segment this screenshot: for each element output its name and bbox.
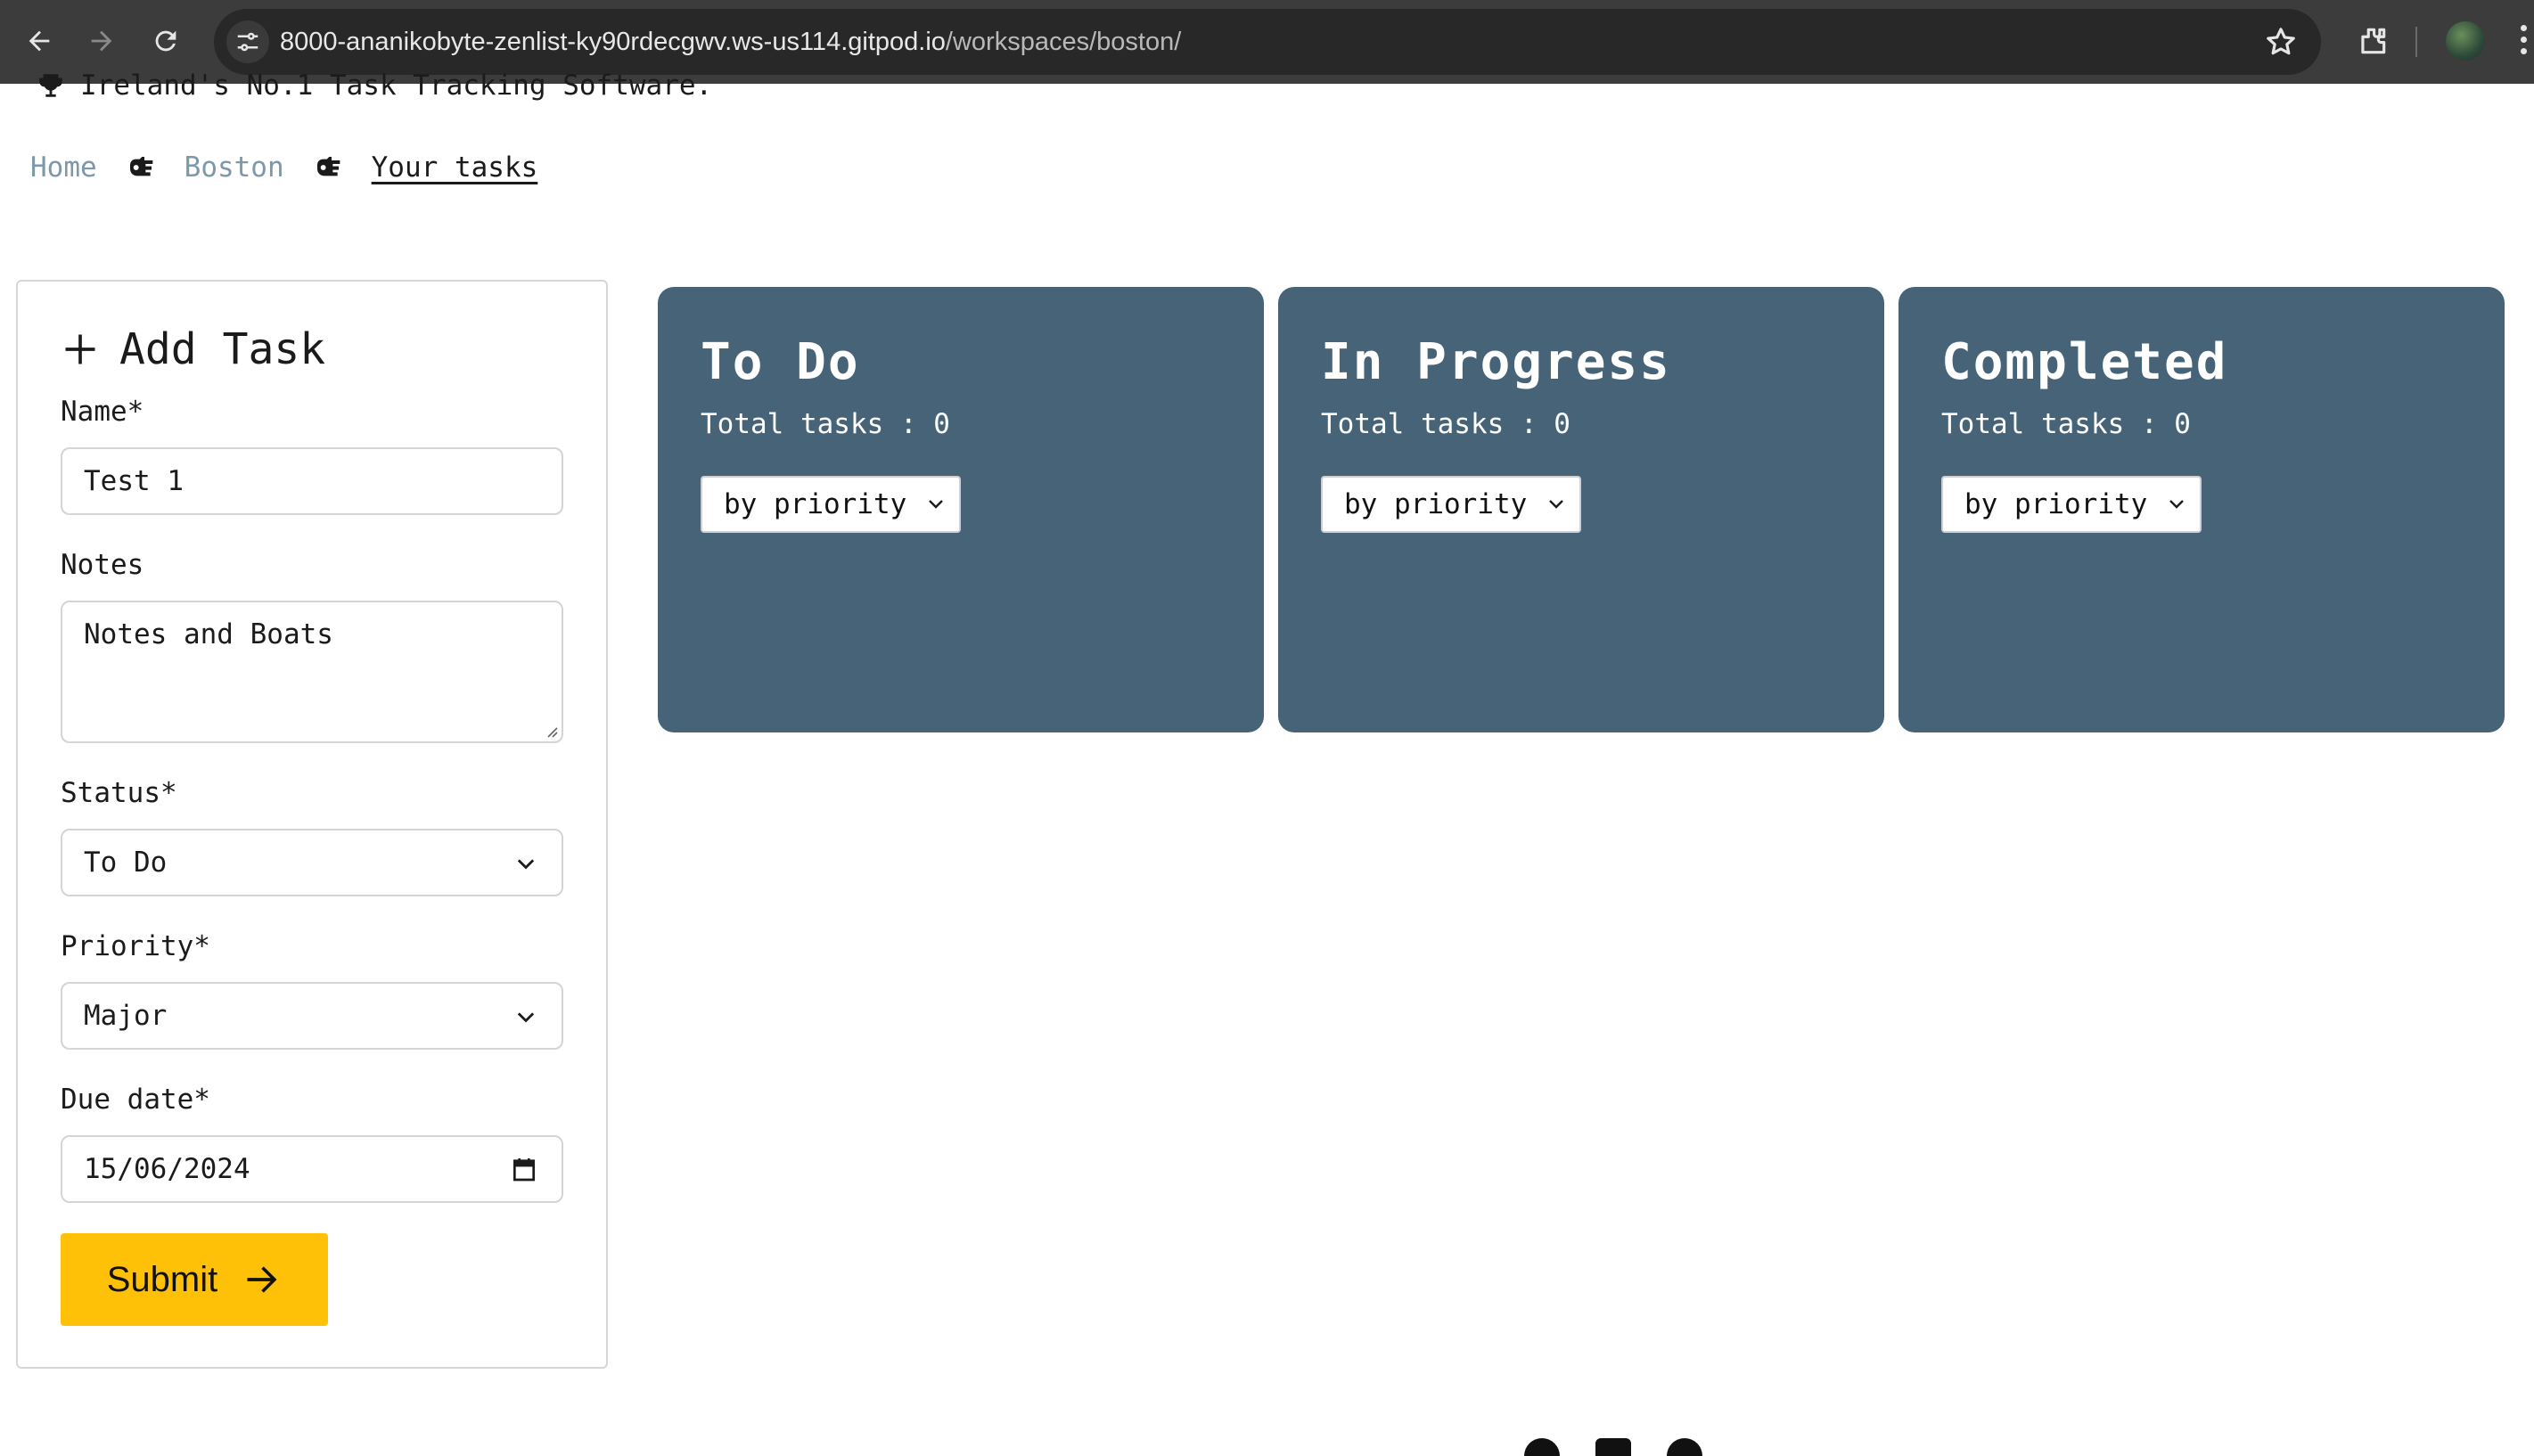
url-text[interactable]: 8000-ananikobyte-zenlist-ky90rdecgwv.ws-… [280, 9, 1181, 75]
priority-selected-value: Major [84, 1000, 168, 1032]
breadcrumb-your-tasks-link[interactable]: Your tasks [372, 151, 538, 184]
sort-selected-value: by priority [724, 488, 907, 520]
column-title: To Do [701, 333, 860, 391]
chevron-down-icon [1549, 500, 1563, 509]
site-info-icon[interactable] [226, 20, 269, 63]
github-icon[interactable] [1524, 1438, 1560, 1456]
reload-icon[interactable] [144, 20, 187, 62]
resize-grip-icon[interactable] [544, 724, 558, 738]
notes-label: Notes [61, 549, 144, 581]
name-label: Name* [61, 396, 144, 428]
hand-pointing-icon [313, 152, 343, 183]
chevron-down-icon [517, 859, 535, 870]
add-task-title: Add Task [61, 324, 325, 374]
status-select[interactable]: To Do [61, 829, 563, 896]
plus-icon [65, 334, 95, 364]
chevron-down-icon [2169, 500, 2184, 509]
column-task-count: Total tasks : 0 [1321, 408, 1570, 440]
trophy-icon [39, 74, 62, 97]
sort-selected-value: by priority [1964, 488, 2148, 520]
address-bar[interactable]: 8000-ananikobyte-zenlist-ky90rdecgwv.ws-… [214, 9, 2321, 75]
notes-text: Notes and Boats [84, 618, 333, 650]
column-task-count: Total tasks : 0 [1941, 408, 2191, 440]
column-in-progress: In Progress Total tasks : 0 by priority [1278, 287, 1884, 732]
chevron-down-icon [517, 1012, 535, 1023]
hand-pointing-icon [126, 152, 156, 183]
breadcrumb: Home Boston Your tasks [30, 151, 537, 184]
linkedin-icon[interactable] [1595, 1438, 1631, 1456]
sort-select[interactable]: by priority [701, 476, 961, 533]
bookmark-star-icon[interactable] [2264, 25, 2298, 59]
tagline: Ireland's No.1 Task Tracking Software. [36, 68, 712, 103]
due-date-label: Due date* [61, 1084, 210, 1116]
breadcrumb-boston-link[interactable]: Boston [185, 151, 284, 184]
priority-select[interactable]: Major [61, 982, 563, 1050]
sort-selected-value: by priority [1344, 488, 1528, 520]
instagram-icon[interactable] [1667, 1438, 1702, 1456]
submit-button[interactable]: Submit [61, 1233, 328, 1326]
priority-label: Priority* [61, 930, 210, 962]
due-date-input[interactable]: 15/06/2024 [61, 1135, 563, 1203]
footer [829, 1438, 1702, 1456]
back-arrow-icon[interactable] [18, 20, 61, 62]
status-label: Status* [61, 777, 177, 809]
name-input[interactable]: Test 1 [61, 447, 563, 515]
sort-select[interactable]: by priority [1941, 476, 2202, 533]
status-selected-value: To Do [84, 847, 168, 879]
url-path: /workspaces/boston/ [945, 28, 1182, 56]
chevron-down-icon [929, 500, 943, 509]
due-date-value: 15/06/2024 [84, 1153, 250, 1185]
menu-kebab-icon[interactable] [2519, 25, 2528, 61]
arrow-right-icon [247, 1266, 277, 1293]
column-title: Completed [1941, 333, 2228, 391]
calendar-icon[interactable] [510, 1155, 538, 1183]
profile-avatar[interactable] [2446, 21, 2485, 61]
column-task-count: Total tasks : 0 [701, 408, 950, 440]
extensions-icon[interactable] [2353, 21, 2392, 61]
column-completed: Completed Total tasks : 0 by priority [1898, 287, 2505, 732]
url-host: 8000-ananikobyte-zenlist-ky90rdecgwv.ws-… [280, 28, 946, 56]
sort-select[interactable]: by priority [1321, 476, 1581, 533]
tagline-text: Ireland's No.1 Task Tracking Software. [80, 70, 713, 102]
column-to-do: To Do Total tasks : 0 by priority [658, 287, 1264, 732]
notes-textarea[interactable]: Notes and Boats [61, 601, 563, 743]
add-task-form: Add Task Name* Test 1 Notes Notes and Bo… [16, 280, 608, 1369]
toolbar-divider [2415, 27, 2417, 57]
breadcrumb-home-link[interactable]: Home [30, 151, 97, 184]
add-task-heading: Add Task [119, 324, 326, 374]
column-title: In Progress [1321, 333, 1671, 391]
forward-arrow-icon[interactable] [80, 20, 123, 62]
submit-label: Submit [106, 1259, 218, 1299]
